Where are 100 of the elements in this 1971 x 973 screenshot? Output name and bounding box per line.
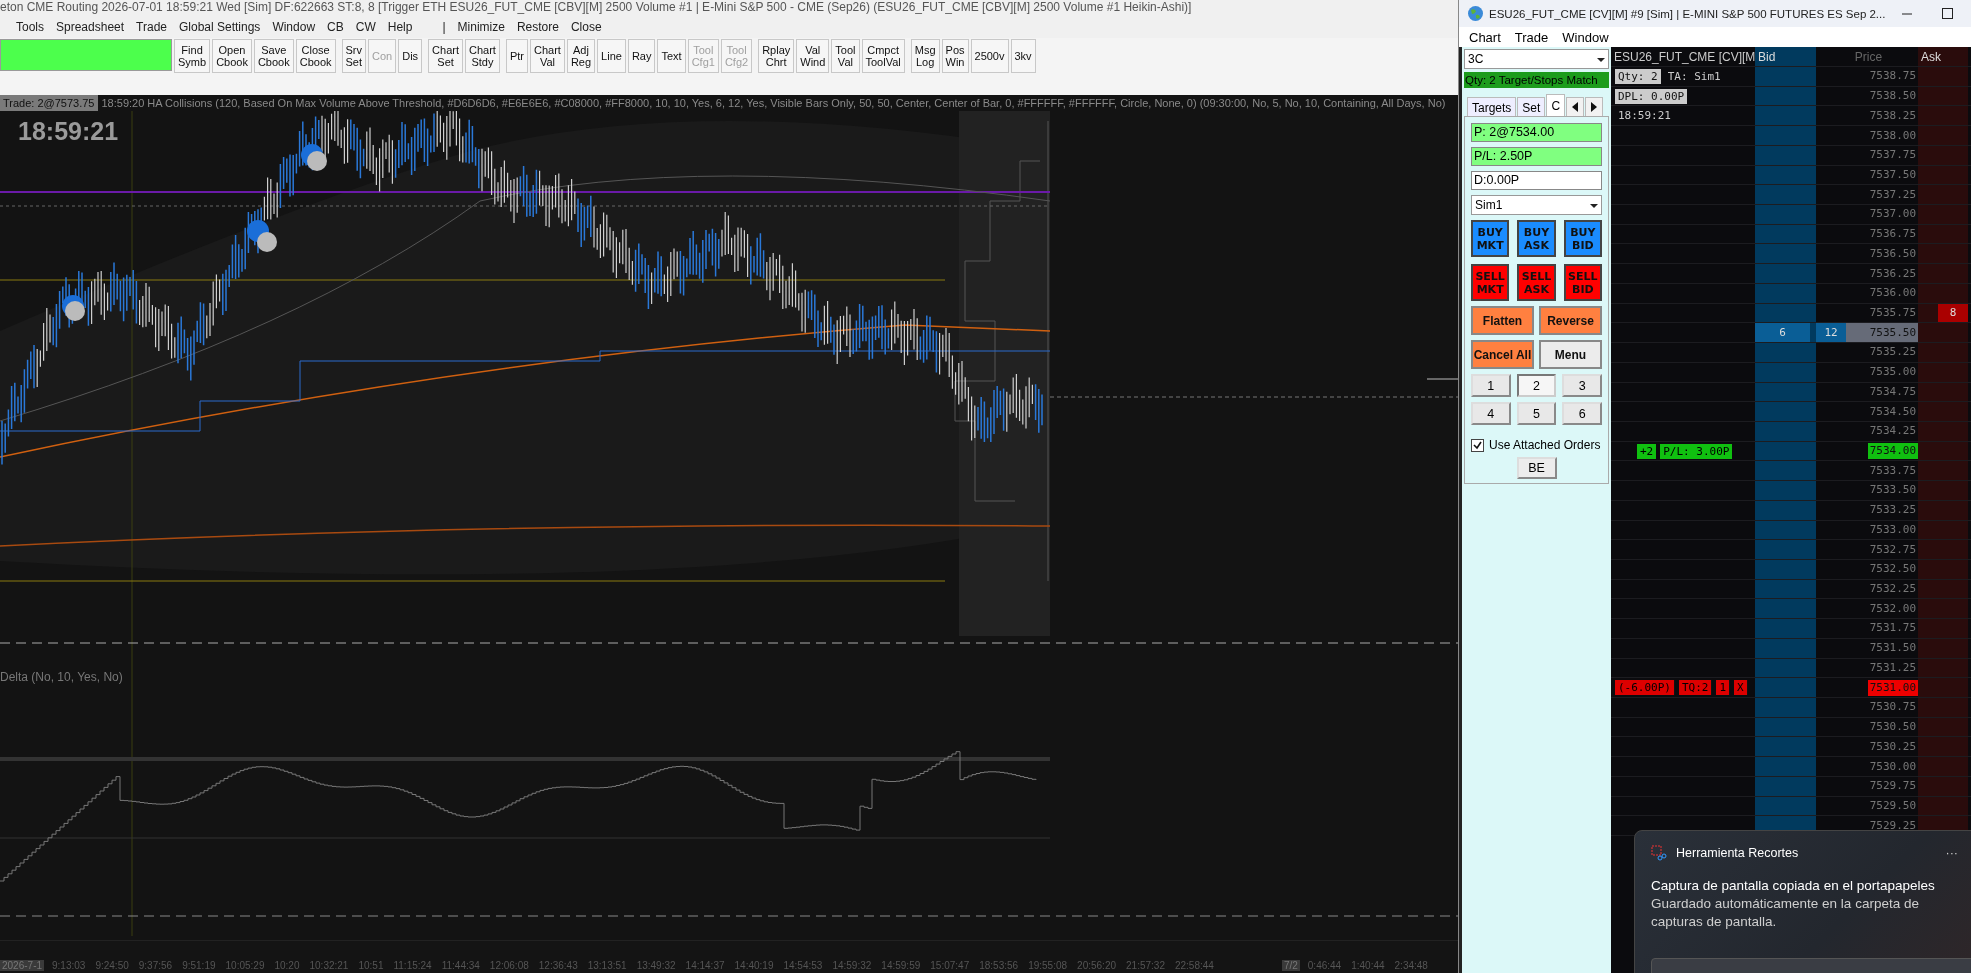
bid-cell[interactable] — [1755, 402, 1816, 421]
more-options-button[interactable]: ··· — [1945, 846, 1958, 860]
quantity-button[interactable]: 5 — [1516, 402, 1557, 425]
bid-cell[interactable] — [1755, 106, 1816, 126]
tab[interactable]: Set — [1517, 97, 1546, 117]
toolbar-button[interactable]: Msg Log — [910, 39, 940, 73]
ask-cell[interactable] — [1918, 540, 1968, 559]
toolbar-button[interactable]: Chart Val — [530, 39, 565, 73]
bid-cell[interactable] — [1755, 126, 1816, 145]
order-button[interactable]: SELL BID — [1563, 264, 1602, 301]
bid-cell[interactable] — [1755, 205, 1816, 224]
ask-cell[interactable] — [1918, 619, 1968, 638]
scroll-left-button[interactable] — [1566, 97, 1585, 117]
quantity-button[interactable]: 1 — [1471, 374, 1511, 397]
menu-item[interactable]: Help — [381, 20, 419, 34]
ask-cell[interactable] — [1918, 402, 1968, 421]
order-button[interactable]: BUY ASK — [1517, 220, 1556, 257]
bid-cell[interactable] — [1755, 343, 1816, 362]
checkbox[interactable] — [1471, 438, 1484, 452]
action-button[interactable]: Flatten — [1471, 306, 1534, 335]
bid-cell[interactable] — [1755, 185, 1816, 205]
toolbar-button[interactable]: Adj Reg — [566, 39, 596, 73]
quantity-button[interactable]: 2 — [1516, 374, 1557, 397]
order-button[interactable]: SELL ASK — [1517, 264, 1556, 301]
toolbar-button[interactable]: Chart Set — [428, 39, 463, 73]
action-button[interactable]: Cancel All — [1471, 340, 1534, 369]
bid-cell[interactable] — [1755, 737, 1816, 757]
menu-item[interactable]: Trade — [1514, 29, 1549, 45]
quantity-button[interactable]: 4 — [1471, 402, 1511, 425]
toolbar-button[interactable]: Dis — [398, 39, 423, 73]
menu-item[interactable]: Spreadsheet — [50, 20, 131, 34]
toolbar-button[interactable]: Save Cbook — [253, 39, 294, 73]
ask-cell[interactable] — [1918, 205, 1968, 224]
toolbar-button[interactable]: Chart Stdy — [465, 39, 500, 73]
toolbar-button[interactable]: Cmpct ToolVal — [861, 39, 905, 73]
ask-cell[interactable] — [1918, 185, 1968, 205]
ask-cell[interactable] — [1918, 678, 1968, 697]
toolbar-button[interactable]: 2500v — [970, 39, 1009, 73]
price-cell[interactable]: 7535.50 — [1846, 323, 1918, 343]
toolbar-button[interactable]: Rplay Chrt — [758, 39, 795, 73]
ask-cell[interactable] — [1918, 106, 1968, 126]
ask-cell[interactable] — [1918, 737, 1968, 757]
toolbar-button[interactable]: 3kv — [1010, 39, 1036, 73]
order-button[interactable]: BUY BID — [1563, 220, 1602, 257]
account-dropdown[interactable]: Sim1 — [1471, 195, 1602, 215]
quantity-button[interactable]: 6 — [1562, 402, 1602, 425]
menu-item[interactable]: Window — [1562, 29, 1609, 45]
menu-item[interactable]: CW — [349, 20, 382, 34]
toolbar-button[interactable]: Close Cbook — [295, 39, 336, 73]
toolbar-button[interactable]: Pos Win — [941, 39, 969, 73]
breakeven-button[interactable]: BE — [1516, 457, 1557, 479]
bid-cell[interactable] — [1755, 540, 1816, 559]
ask-cell[interactable] — [1918, 126, 1968, 145]
menu-item[interactable]: Restore — [510, 20, 565, 34]
bid-cell[interactable] — [1755, 698, 1816, 717]
toolbar-button[interactable]: Val Wind — [796, 39, 830, 73]
ask-cell[interactable] — [1918, 264, 1968, 283]
order-button[interactable]: SELL MKT — [1471, 264, 1510, 301]
bid-cell[interactable] — [1755, 481, 1816, 500]
menu-item[interactable]: Minimize — [451, 20, 511, 34]
bid-cell[interactable] — [1755, 461, 1816, 481]
ask-cell[interactable] — [1918, 599, 1968, 619]
toolbar-button[interactable]: Tool Val — [831, 39, 860, 73]
ask-cell[interactable] — [1918, 757, 1968, 776]
ask-cell[interactable] — [1918, 481, 1968, 500]
menu-item[interactable]: | — [436, 20, 452, 34]
bid-cell[interactable] — [1755, 757, 1816, 776]
tab[interactable]: C — [1546, 94, 1566, 117]
toolbar-button[interactable]: Srv Set — [341, 39, 367, 73]
ask-cell[interactable] — [1918, 698, 1968, 717]
menu-item[interactable]: Chart — [1469, 29, 1501, 45]
action-button[interactable]: Menu — [1539, 340, 1602, 369]
bid-cell[interactable] — [1755, 244, 1816, 264]
maximize-icon[interactable] — [1941, 6, 1956, 21]
ask-cell[interactable] — [1918, 244, 1968, 264]
menu-item[interactable]: Trade — [130, 20, 173, 34]
order-button[interactable]: BUY MKT — [1471, 220, 1510, 257]
bid-cell[interactable] — [1755, 264, 1816, 283]
menu-item[interactable]: Close — [564, 20, 608, 34]
toolbar-button[interactable]: Ptr — [505, 39, 528, 73]
ask-cell[interactable] — [1918, 67, 1968, 86]
menu-item[interactable]: Global Settings — [173, 20, 267, 34]
scroll-right-button[interactable] — [1585, 97, 1604, 117]
ask-cell[interactable] — [1918, 323, 1968, 343]
tab[interactable]: Targets — [1467, 97, 1517, 117]
bid-cell[interactable] — [1755, 678, 1816, 697]
bid-cell[interactable] — [1755, 67, 1816, 86]
toolbar-button[interactable]: Text — [657, 39, 686, 73]
menu-item[interactable]: Window — [266, 20, 322, 34]
bid-cell[interactable] — [1755, 599, 1816, 619]
quantity-button[interactable]: 3 — [1562, 374, 1602, 397]
toolbar-button[interactable]: Open Cbook — [212, 39, 252, 73]
menu-item[interactable]: Tools — [10, 20, 50, 34]
action-button[interactable]: Reverse — [1539, 306, 1602, 335]
config-dropdown[interactable]: 3C — [1464, 49, 1609, 69]
ask-cell[interactable] — [1918, 461, 1968, 481]
toolbar-button[interactable]: Line — [597, 39, 626, 73]
bid-cell[interactable] — [1755, 619, 1816, 638]
ask-cell[interactable] — [1918, 343, 1968, 362]
toolbar-button[interactable]: Ray — [627, 39, 656, 73]
